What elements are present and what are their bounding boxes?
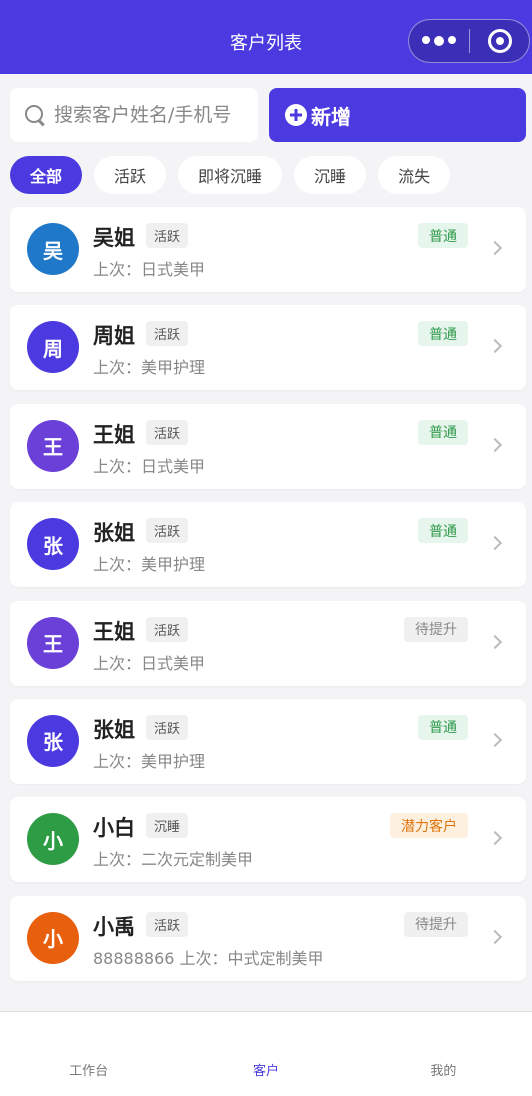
level-badge: 普通 xyxy=(418,518,468,544)
filter-chip[interactable]: 即将沉睡 xyxy=(178,156,283,194)
chevron-right-icon xyxy=(487,437,503,452)
customer-card[interactable]: 王王姐 活跃上次：日式美甲 待提升 xyxy=(10,600,526,686)
tab-item[interactable]: 客户 xyxy=(177,1012,354,1096)
chevron-right-icon xyxy=(487,732,503,748)
avatar: 王 xyxy=(27,419,79,472)
filter-chip[interactable]: 全部 xyxy=(10,156,83,194)
avatar: 吴 xyxy=(27,223,79,275)
status-badge: 活跃 xyxy=(146,911,189,937)
last-service: 88888866 上次：中式定制美甲 xyxy=(93,948,324,968)
last-service: 上次：二次元定制美甲 xyxy=(93,850,254,870)
add-customer-button[interactable]: 新增 xyxy=(269,88,526,142)
avatar: 周 xyxy=(27,321,79,374)
avatar: 张 xyxy=(27,518,79,571)
filter-chips: 全部 活跃 即将沉睡 沉睡 流失 xyxy=(10,156,451,194)
customer-name: 小白 xyxy=(93,816,135,841)
level-badge: 待提升 xyxy=(404,616,468,642)
nav-bar: 客户列表 xyxy=(0,0,532,74)
customer-name: 吴姐 xyxy=(93,226,135,250)
search-row: 新增 xyxy=(10,88,526,142)
customer-card[interactable]: 张张姐 活跃上次：美甲护理 普通 xyxy=(10,502,526,588)
avatar: 小 xyxy=(27,813,79,866)
more-icon[interactable] xyxy=(409,36,469,46)
target-icon xyxy=(487,29,512,53)
add-customer-label: 新增 xyxy=(311,104,351,129)
last-service: 上次：日式美甲 xyxy=(93,653,206,673)
status-badge: 活跃 xyxy=(146,419,189,445)
chevron-right-icon xyxy=(487,339,503,354)
customer-name: 王姐 xyxy=(93,619,135,644)
customer-card[interactable]: 小小白 沉睡上次：二次元定制美甲 潜力客户 xyxy=(10,797,526,883)
plus-circle-icon xyxy=(285,104,307,126)
customer-name: 周姐 xyxy=(93,324,135,349)
avatar: 王 xyxy=(27,616,79,669)
customer-card[interactable]: 吴吴姐 活跃上次：日式美甲 普通 xyxy=(10,207,526,292)
mini-program-capsule xyxy=(408,19,530,63)
avatar: 小 xyxy=(27,911,79,964)
tab-item[interactable]: 工作台 xyxy=(0,1012,177,1096)
status-badge: 活跃 xyxy=(146,518,189,544)
level-badge: 普通 xyxy=(418,321,468,347)
avatar: 张 xyxy=(27,714,79,767)
status-badge: 活跃 xyxy=(146,321,189,347)
level-badge: 普通 xyxy=(418,714,468,740)
search-icon xyxy=(24,104,46,126)
level-badge: 普通 xyxy=(418,419,468,445)
last-service: 上次：美甲护理 xyxy=(93,751,206,771)
chevron-right-icon xyxy=(487,831,503,846)
tab-bar: 工作台 客户 我的 xyxy=(0,1011,532,1096)
customer-card[interactable]: 小小禹 活跃 88888866 上次：中式定制美甲 待提升 xyxy=(10,895,526,981)
customer-name: 张姐 xyxy=(93,717,135,742)
chevron-right-icon xyxy=(487,634,503,649)
status-badge: 活跃 xyxy=(146,616,189,642)
level-badge: 潜力客户 xyxy=(390,813,468,839)
customer-card[interactable]: 张张姐 活跃上次：美甲护理 普通 xyxy=(10,698,526,784)
last-service: 上次：日式美甲 xyxy=(93,456,206,476)
search-box[interactable] xyxy=(10,88,258,142)
page-title: 客户列表 xyxy=(230,33,302,54)
status-badge: 活跃 xyxy=(146,223,189,248)
filter-chip[interactable]: 沉睡 xyxy=(294,156,367,194)
last-service: 上次：美甲护理 xyxy=(93,358,206,378)
customer-name: 小禹 xyxy=(93,914,135,939)
chevron-right-icon xyxy=(487,240,503,256)
customer-list: 吴吴姐 活跃 上次：日式美甲 普通周周姐 活跃 上次：美甲护理 普通王王姐 活跃 上次：日式美甲… xyxy=(10,207,526,994)
filter-chip[interactable]: 活跃 xyxy=(94,156,167,194)
customer-name: 王姐 xyxy=(93,422,135,447)
customer-name: 张姐 xyxy=(93,521,135,546)
last-service: 上次：美甲护理 xyxy=(93,555,206,575)
status-badge: 活跃 xyxy=(146,714,189,740)
close-button[interactable] xyxy=(470,29,529,53)
level-badge: 待提升 xyxy=(404,911,468,937)
last-service: 上次：日式美甲 xyxy=(93,260,206,279)
tab-item[interactable]: 我的 xyxy=(355,1012,532,1096)
filter-chip[interactable]: 流失 xyxy=(378,156,451,194)
chevron-right-icon xyxy=(487,536,503,551)
customer-card[interactable]: 周周姐 活跃上次：美甲护理 普通 xyxy=(10,305,526,391)
customer-card[interactable]: 王王姐 活跃上次：日式美甲 普通 xyxy=(10,403,526,489)
status-badge: 沉睡 xyxy=(146,813,189,839)
chevron-right-icon xyxy=(487,929,503,944)
search-input[interactable] xyxy=(54,104,244,126)
level-badge: 普通 xyxy=(418,223,468,248)
